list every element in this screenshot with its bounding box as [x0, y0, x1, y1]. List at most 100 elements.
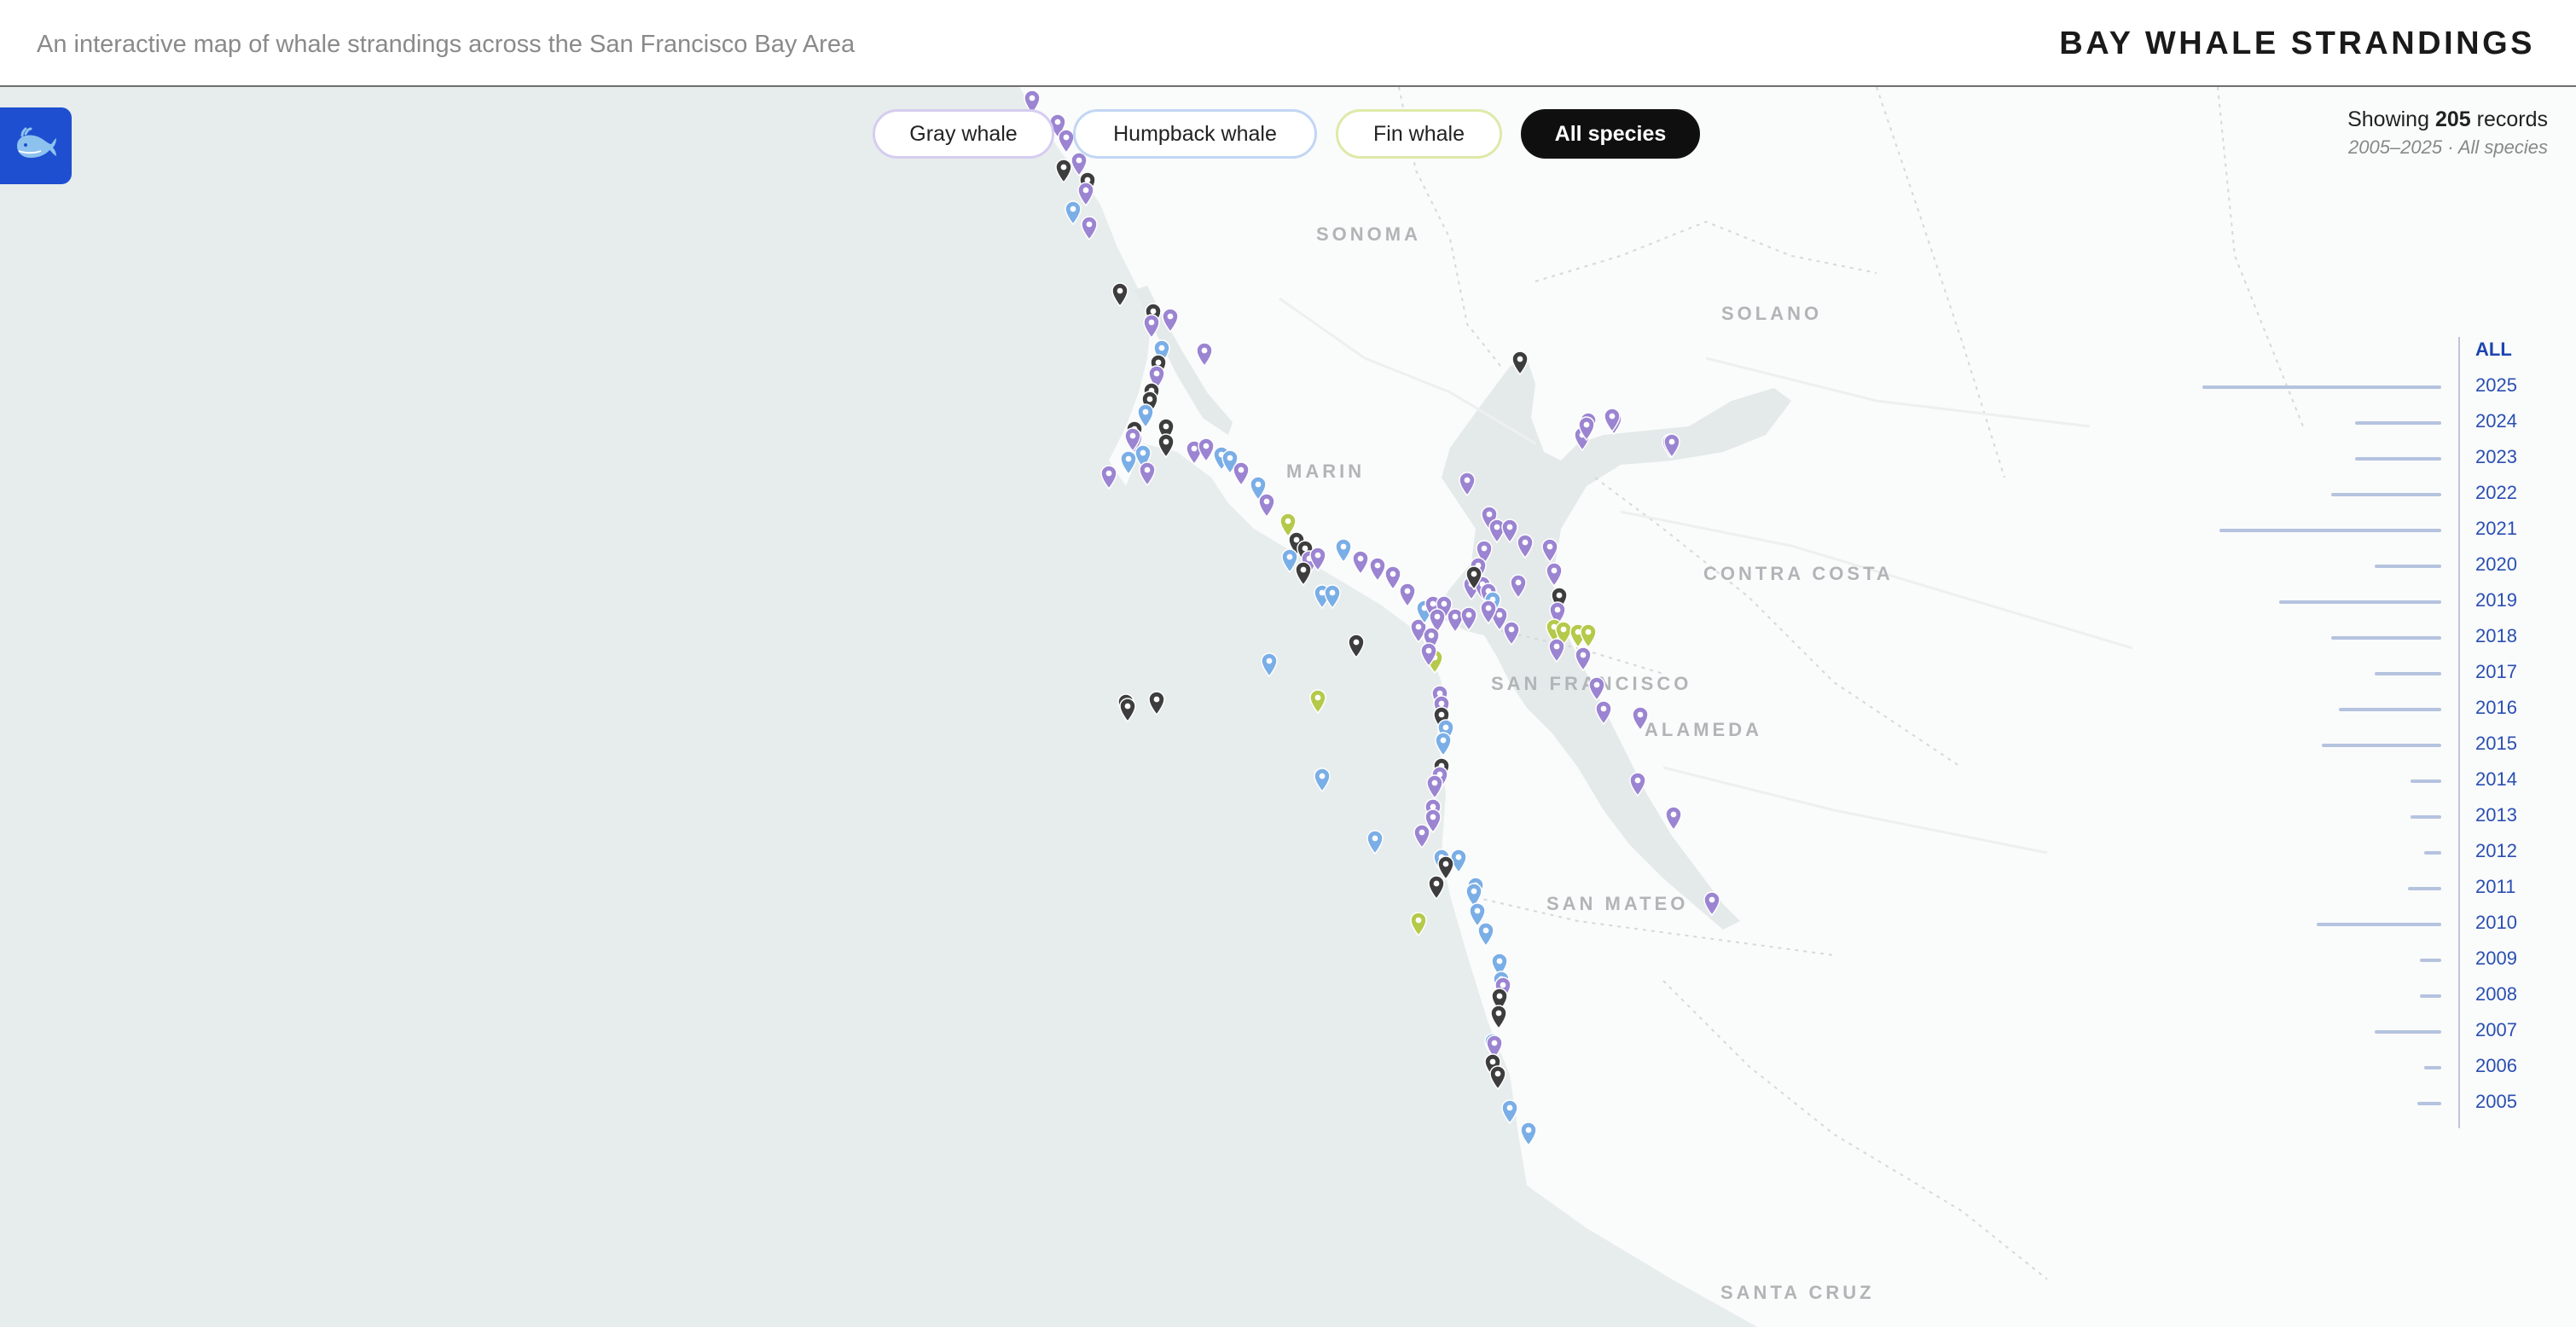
year-label: 2013 — [2475, 804, 2517, 826]
map-pin-icon[interactable] — [1232, 461, 1250, 487]
year-label: 2009 — [2475, 947, 2517, 969]
map-pin-icon[interactable] — [1628, 771, 1647, 797]
map-pin-icon[interactable] — [1260, 652, 1279, 678]
year-bar — [2411, 779, 2441, 783]
map-pin-icon[interactable] — [1519, 1121, 1538, 1147]
year-row-2015[interactable]: 2015 — [2184, 727, 2542, 762]
year-row-2013[interactable]: 2013 — [2184, 798, 2542, 834]
year-row-2006[interactable]: 2006 — [2184, 1049, 2542, 1085]
map-pin-icon[interactable] — [1547, 637, 1566, 664]
map-pin-icon[interactable] — [1477, 921, 1495, 947]
year-row-all[interactable]: ALL — [2184, 333, 2542, 368]
year-bar — [2355, 457, 2441, 461]
region-label-san-mateo: SAN MATEO — [1546, 893, 1689, 914]
map-pin-icon[interactable] — [1323, 583, 1342, 610]
year-row-2009[interactable]: 2009 — [2184, 942, 2542, 977]
map-pin-icon[interactable] — [1500, 1098, 1519, 1125]
records-suffix: records — [2476, 107, 2548, 131]
records-count: 205 — [2434, 107, 2471, 131]
filter-fin-whale[interactable]: Fin whale — [1336, 109, 1502, 159]
map-pin-icon[interactable] — [1195, 341, 1214, 368]
map-pin-icon[interactable] — [1545, 561, 1564, 588]
map-pin-icon[interactable] — [1409, 911, 1428, 937]
year-row-2012[interactable]: 2012 — [2184, 834, 2542, 870]
year-row-2023[interactable]: 2023 — [2184, 440, 2542, 476]
map-pin-icon[interactable] — [1351, 549, 1370, 576]
year-row-2024[interactable]: 2024 — [2184, 404, 2542, 440]
map-pin-icon[interactable] — [1603, 407, 1622, 433]
year-row-2017[interactable]: 2017 — [2184, 655, 2542, 691]
map-pin-icon[interactable] — [1398, 582, 1417, 608]
year-row-2014[interactable]: 2014 — [2184, 762, 2542, 798]
year-row-2020[interactable]: 2020 — [2184, 548, 2542, 583]
year-row-2008[interactable]: 2008 — [2184, 977, 2542, 1013]
year-bar — [2420, 959, 2441, 962]
map-pin-icon[interactable] — [1123, 426, 1142, 453]
map-pin-icon[interactable] — [1631, 705, 1650, 732]
subtitle: An interactive map of whale strandings a… — [37, 31, 856, 58]
map-pin-icon[interactable] — [1080, 215, 1099, 241]
map-pin-icon[interactable] — [1413, 823, 1431, 849]
map-pin-icon[interactable] — [1157, 432, 1175, 459]
map-pin-icon[interactable] — [1054, 158, 1073, 184]
year-row-2021[interactable]: 2021 — [2184, 512, 2542, 548]
map-pin-icon[interactable] — [1587, 675, 1606, 702]
filter-humpback-whale[interactable]: Humpback whale — [1073, 109, 1317, 159]
map-pin-icon[interactable] — [1502, 620, 1521, 646]
whale-menu-button[interactable] — [0, 107, 72, 184]
year-row-2016[interactable]: 2016 — [2184, 691, 2542, 727]
map-pin-icon[interactable] — [1664, 805, 1683, 832]
map-pin-icon[interactable] — [1458, 471, 1477, 497]
map-pin-icon[interactable] — [1308, 688, 1327, 715]
map-pin-icon[interactable] — [1334, 537, 1353, 564]
map-pin-icon[interactable] — [1119, 449, 1138, 476]
map-pin-icon[interactable] — [1577, 415, 1596, 442]
region-label-contra-costa: CONTRA COSTA — [1703, 563, 1894, 584]
map-pin-icon[interactable] — [1579, 623, 1598, 649]
map-pin-icon[interactable] — [1479, 599, 1498, 625]
filter-all-species[interactable]: All species — [1521, 109, 1700, 159]
map-pin-icon[interactable] — [1313, 767, 1332, 793]
year-row-2005[interactable]: 2005 — [2184, 1085, 2542, 1121]
year-bar — [2424, 851, 2441, 855]
map-pin-icon[interactable] — [1425, 774, 1444, 800]
year-row-2025[interactable]: 2025 — [2184, 368, 2542, 404]
year-row-2018[interactable]: 2018 — [2184, 619, 2542, 655]
map-pin-icon[interactable] — [1594, 699, 1613, 726]
year-bar — [2408, 887, 2441, 890]
year-row-2007[interactable]: 2007 — [2184, 1013, 2542, 1049]
map-pin-icon[interactable] — [1574, 646, 1593, 672]
map-pin-icon[interactable] — [1511, 350, 1529, 376]
map-pin-icon[interactable] — [1257, 492, 1276, 519]
map-pin-icon[interactable] — [1662, 432, 1681, 459]
map-pin-icon[interactable] — [1427, 874, 1446, 901]
map-pin-icon[interactable] — [1142, 313, 1161, 339]
map-pin-icon[interactable] — [1459, 606, 1478, 632]
map-pin-icon[interactable] — [1489, 1004, 1508, 1030]
map-pin-icon[interactable] — [1434, 731, 1453, 757]
year-row-2022[interactable]: 2022 — [2184, 476, 2542, 512]
map-pin-icon[interactable] — [1419, 641, 1438, 668]
map-pin-icon[interactable] — [1347, 633, 1366, 659]
map-pin-icon[interactable] — [1138, 461, 1157, 487]
map-pin-icon[interactable] — [1488, 1064, 1507, 1091]
map-pin-icon[interactable] — [1516, 533, 1535, 559]
map-pin-icon[interactable] — [1703, 890, 1721, 917]
map-pin-icon[interactable] — [1540, 537, 1559, 564]
map-pin-icon[interactable] — [1294, 560, 1313, 587]
region-label-santa-cruz: SANTA CRUZ — [1720, 1282, 1875, 1303]
map-pin-icon[interactable] — [1147, 690, 1166, 716]
year-row-2011[interactable]: 2011 — [2184, 870, 2542, 906]
region-label-alameda: ALAMEDA — [1645, 719, 1762, 740]
filter-gray-whale[interactable]: Gray whale — [873, 109, 1054, 159]
year-bar — [2375, 1030, 2441, 1034]
year-row-2010[interactable]: 2010 — [2184, 906, 2542, 942]
map-pin-icon[interactable] — [1509, 573, 1528, 600]
map-pin-icon[interactable] — [1161, 307, 1180, 333]
map-pin-icon[interactable] — [1366, 829, 1384, 855]
map-pin-icon[interactable] — [1111, 281, 1129, 308]
map-pin-icon[interactable] — [1465, 565, 1483, 591]
map-pin-icon[interactable] — [1099, 464, 1118, 490]
map-pin-icon[interactable] — [1118, 697, 1137, 723]
year-row-2019[interactable]: 2019 — [2184, 583, 2542, 619]
